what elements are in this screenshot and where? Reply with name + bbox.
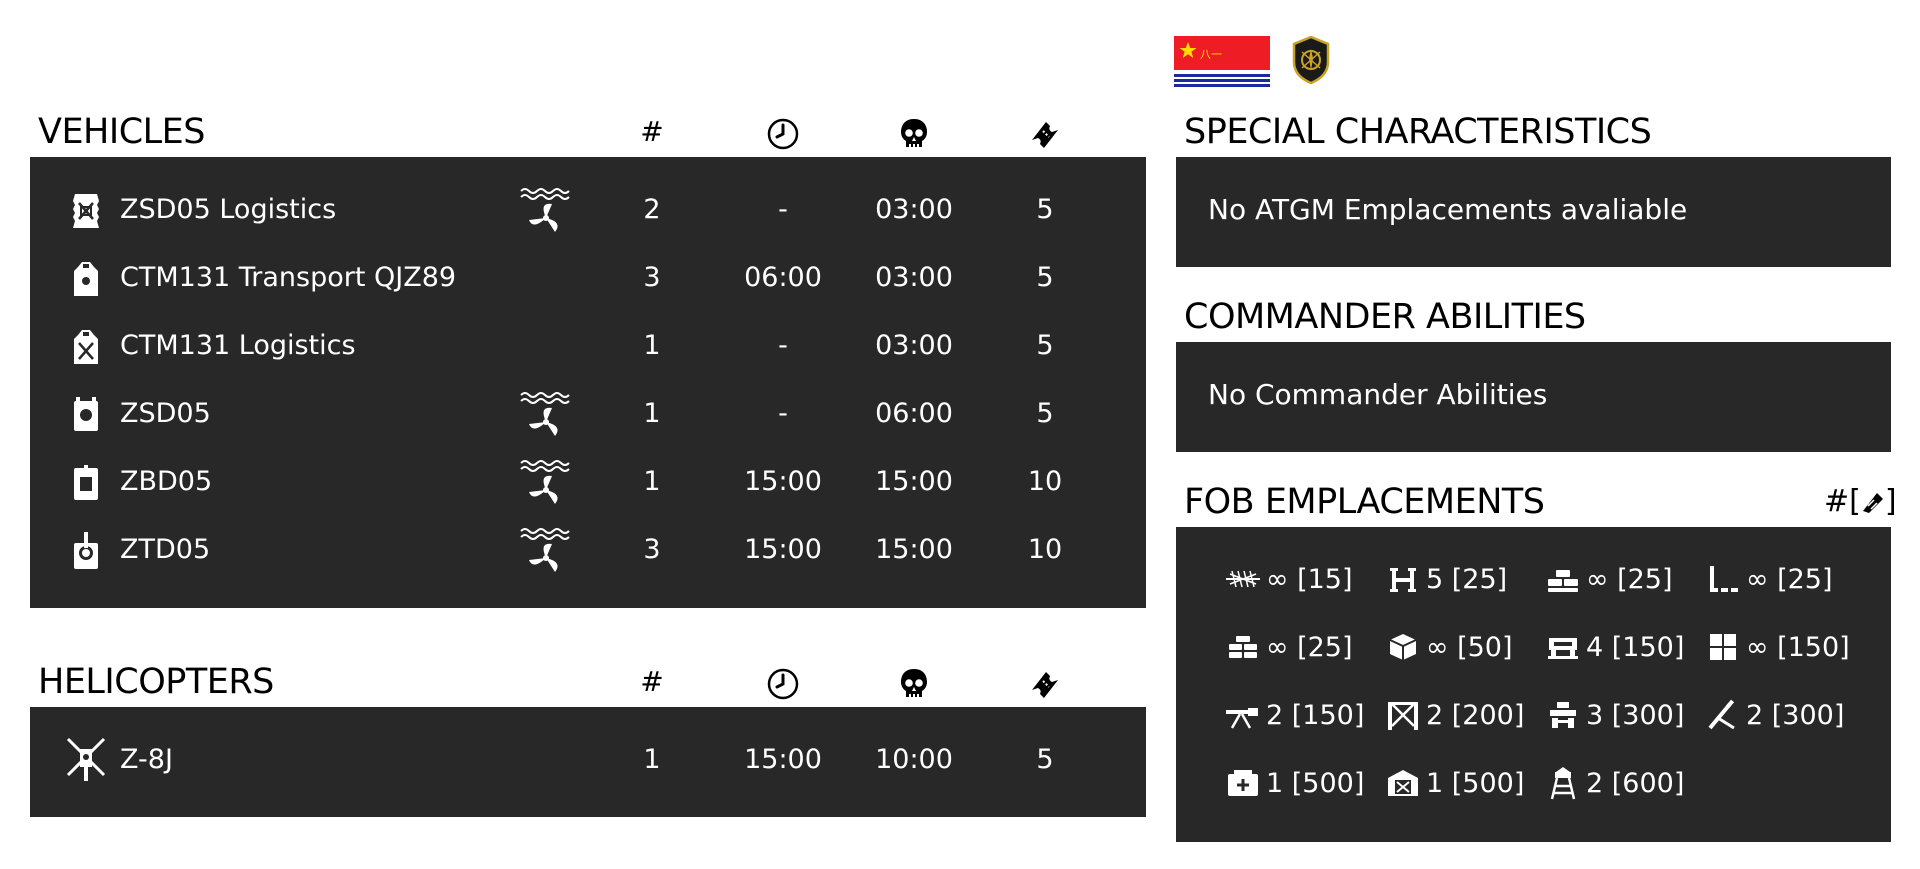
- vehicle-count: 1: [643, 398, 661, 429]
- faction-flag-icon: 八一: [1174, 36, 1270, 87]
- unit-insignia-icon: [1292, 36, 1330, 84]
- commander-abilities-text: No Commander Abilities: [1208, 378, 1548, 411]
- vehicle-count: 1: [643, 330, 661, 361]
- fob-item: 1 [500]: [1384, 766, 1524, 800]
- vehicle-tickets: 5: [1036, 330, 1054, 361]
- helicopter-tickets: 5: [1036, 744, 1054, 775]
- ammo-crate-icon: [1389, 634, 1417, 660]
- vehicle-name: CTM131 Transport QJZ89: [120, 262, 457, 293]
- window-barricade-icon: [1710, 634, 1736, 660]
- fob-item: 2 [150]: [1224, 698, 1364, 732]
- vehicle-delay: 06:00: [744, 262, 822, 293]
- fob-item: 2 [600]: [1544, 766, 1684, 800]
- fob-item: 4 [150]: [1544, 630, 1684, 664]
- ticket-icon: [1032, 672, 1058, 698]
- fob-item: ∞ [25]: [1704, 562, 1833, 596]
- count-column-header: #: [640, 115, 664, 148]
- commander-abilities-title: COMMANDER ABILITIES: [1184, 297, 1586, 337]
- mortar-icon: [1708, 699, 1735, 730]
- vehicle-respawn: 15:00: [875, 466, 953, 497]
- fortification-icon: [1550, 702, 1576, 728]
- razor-wire-icon: [1226, 570, 1260, 588]
- fob-item: ∞ [50]: [1384, 630, 1513, 664]
- fob-item: 1 [500]: [1224, 766, 1364, 800]
- watchtower-icon: [1550, 767, 1576, 800]
- helicopter-delay: 15:00: [744, 744, 822, 775]
- vehicle-delay: -: [778, 398, 788, 429]
- vehicle-count: 2: [643, 194, 661, 225]
- fob-item: ∞ [25]: [1224, 630, 1353, 664]
- vehicle-delay: -: [778, 194, 788, 225]
- supply-depot-icon: [1228, 770, 1258, 796]
- vehicle-delay: 15:00: [744, 534, 822, 565]
- vehicle-delay: 15:00: [744, 466, 822, 497]
- svg-text:八一: 八一: [1200, 48, 1222, 61]
- fob-item: ∞ [150]: [1704, 630, 1850, 664]
- vehicle-name: ZTD05: [120, 534, 211, 565]
- helicopters-title: HELICOPTERS: [38, 662, 274, 702]
- vehicle-transport-icon: [74, 262, 98, 296]
- sandbag-wall-icon: [1548, 570, 1578, 592]
- fob-emplacements-title: FOB EMPLACEMENTS: [1184, 482, 1545, 522]
- repair-station-icon: [1388, 770, 1418, 796]
- vehicle-respawn: 15:00: [875, 534, 953, 565]
- gate-icon: [1388, 702, 1418, 730]
- vehicle-tickets: 10: [1027, 466, 1063, 497]
- vehicle-count: 3: [643, 534, 661, 565]
- ticket-icon: [1032, 122, 1058, 148]
- skull-icon: [901, 669, 927, 697]
- vehicle-tank-icon: [74, 532, 98, 569]
- special-characteristics-title: SPECIAL CHARACTERISTICS: [1184, 112, 1652, 152]
- vehicle-delay: -: [778, 330, 788, 361]
- helicopters-panel: [30, 707, 1146, 817]
- special-characteristics-text: No ATGM Emplacements avaliable: [1208, 193, 1688, 226]
- helicopter-icon: [66, 737, 106, 781]
- tank-trap-icon: [1390, 568, 1416, 592]
- vehicle-respawn: 06:00: [875, 398, 953, 429]
- vehicle-logistics-icon: [73, 194, 99, 228]
- vehicle-name: ZBD05: [120, 466, 213, 497]
- amphibious-icon: [520, 188, 570, 232]
- fob-item: ∞ [25]: [1544, 562, 1673, 596]
- amphibious-icon: [520, 392, 570, 436]
- fob-item: 2 [300]: [1704, 698, 1844, 732]
- fob-legend-suffix: ]: [1884, 484, 1897, 519]
- fob-item: 2 [200]: [1384, 698, 1524, 732]
- fob-item: 3 [300]: [1544, 698, 1684, 732]
- vehicle-name: CTM131 Logistics: [120, 330, 356, 361]
- vehicle-tickets: 10: [1027, 534, 1063, 565]
- vehicle-name: ZSD05 Logistics: [120, 194, 337, 225]
- helicopter-name: Z-8J: [120, 744, 173, 775]
- vehicle-respawn: 03:00: [875, 262, 953, 293]
- sandbag-stack-icon: [1229, 636, 1257, 658]
- vehicle-tickets: 5: [1036, 398, 1054, 429]
- construction-points-icon: [1862, 493, 1883, 513]
- helicopter-respawn: 10:00: [875, 744, 953, 775]
- vehicle-logistics-icon: [74, 330, 98, 364]
- clock-icon: [767, 668, 799, 700]
- machine-gun-icon: [1226, 708, 1258, 729]
- vehicle-count: 1: [643, 466, 661, 497]
- amphibious-icon: [520, 528, 570, 572]
- vehicle-aa-icon: [74, 397, 98, 431]
- vehicles-title: VEHICLES: [38, 112, 205, 152]
- vehicle-count: 3: [643, 262, 661, 293]
- vehicle-tickets: 5: [1036, 194, 1054, 225]
- vehicle-respawn: 03:00: [875, 330, 953, 361]
- clock-icon: [767, 118, 799, 150]
- amphibious-icon: [520, 460, 570, 504]
- vehicle-respawn: 03:00: [875, 194, 953, 225]
- bunker-icon: [1548, 638, 1578, 659]
- vehicle-tickets: 5: [1036, 262, 1054, 293]
- vehicle-name: ZSD05: [120, 398, 211, 429]
- fob-legend-prefix: #[: [1824, 484, 1861, 519]
- helicopter-count: 1: [643, 744, 661, 775]
- count-column-header: #: [640, 665, 664, 698]
- fob-item: ∞ [15]: [1224, 562, 1353, 596]
- fob-legend: #[ ]: [1824, 484, 1897, 520]
- wall-corner-icon: [1710, 566, 1738, 592]
- skull-icon: [901, 119, 927, 147]
- vehicle-ifv-icon: [74, 465, 98, 500]
- fob-item: 5 [25]: [1384, 562, 1507, 596]
